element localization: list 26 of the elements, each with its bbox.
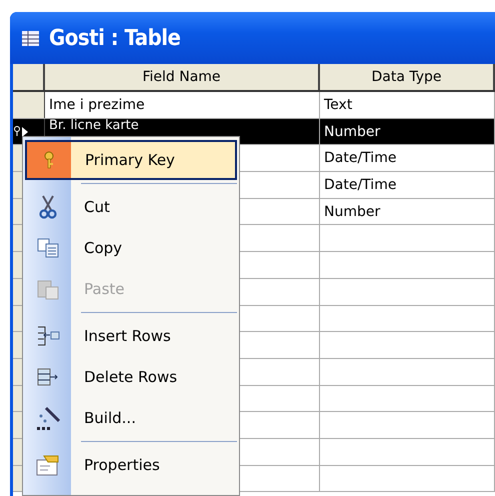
key-icon: [42, 151, 56, 169]
insert-rows-icon: [36, 325, 60, 347]
table-cell: Date/Time: [324, 150, 396, 166]
menu-item[interactable]: Properties: [25, 445, 237, 485]
menu-item[interactable]: Primary Key: [25, 140, 237, 180]
menu-item[interactable]: Delete Rows: [25, 357, 237, 397]
table-cell: Number: [324, 204, 380, 220]
delete-rows-icon: [36, 366, 60, 388]
table-cell: Date/Time: [324, 176, 396, 193]
copy-icon: [37, 238, 59, 258]
table-icon: [22, 30, 39, 46]
wand-icon: [36, 404, 60, 432]
scissors-icon: [39, 195, 57, 219]
window-title: Gosti : Table: [49, 26, 180, 50]
table-cell: Br. licne karte: [49, 118, 139, 132]
paste-icon: [37, 278, 59, 300]
table-cell: Number: [324, 124, 380, 140]
menu-item[interactable]: Build...: [25, 398, 237, 438]
properties-icon: [36, 454, 60, 476]
table-cell: Text: [324, 96, 352, 113]
row-selector[interactable]: [13, 92, 45, 118]
column-header[interactable]: Data Type: [320, 64, 495, 90]
menu-item[interactable]: Copy: [25, 228, 237, 268]
table-cell: Ime i prezime: [49, 96, 145, 113]
menu-item[interactable]: Insert Rows: [25, 316, 237, 356]
column-header[interactable]: Field Name: [45, 64, 320, 90]
